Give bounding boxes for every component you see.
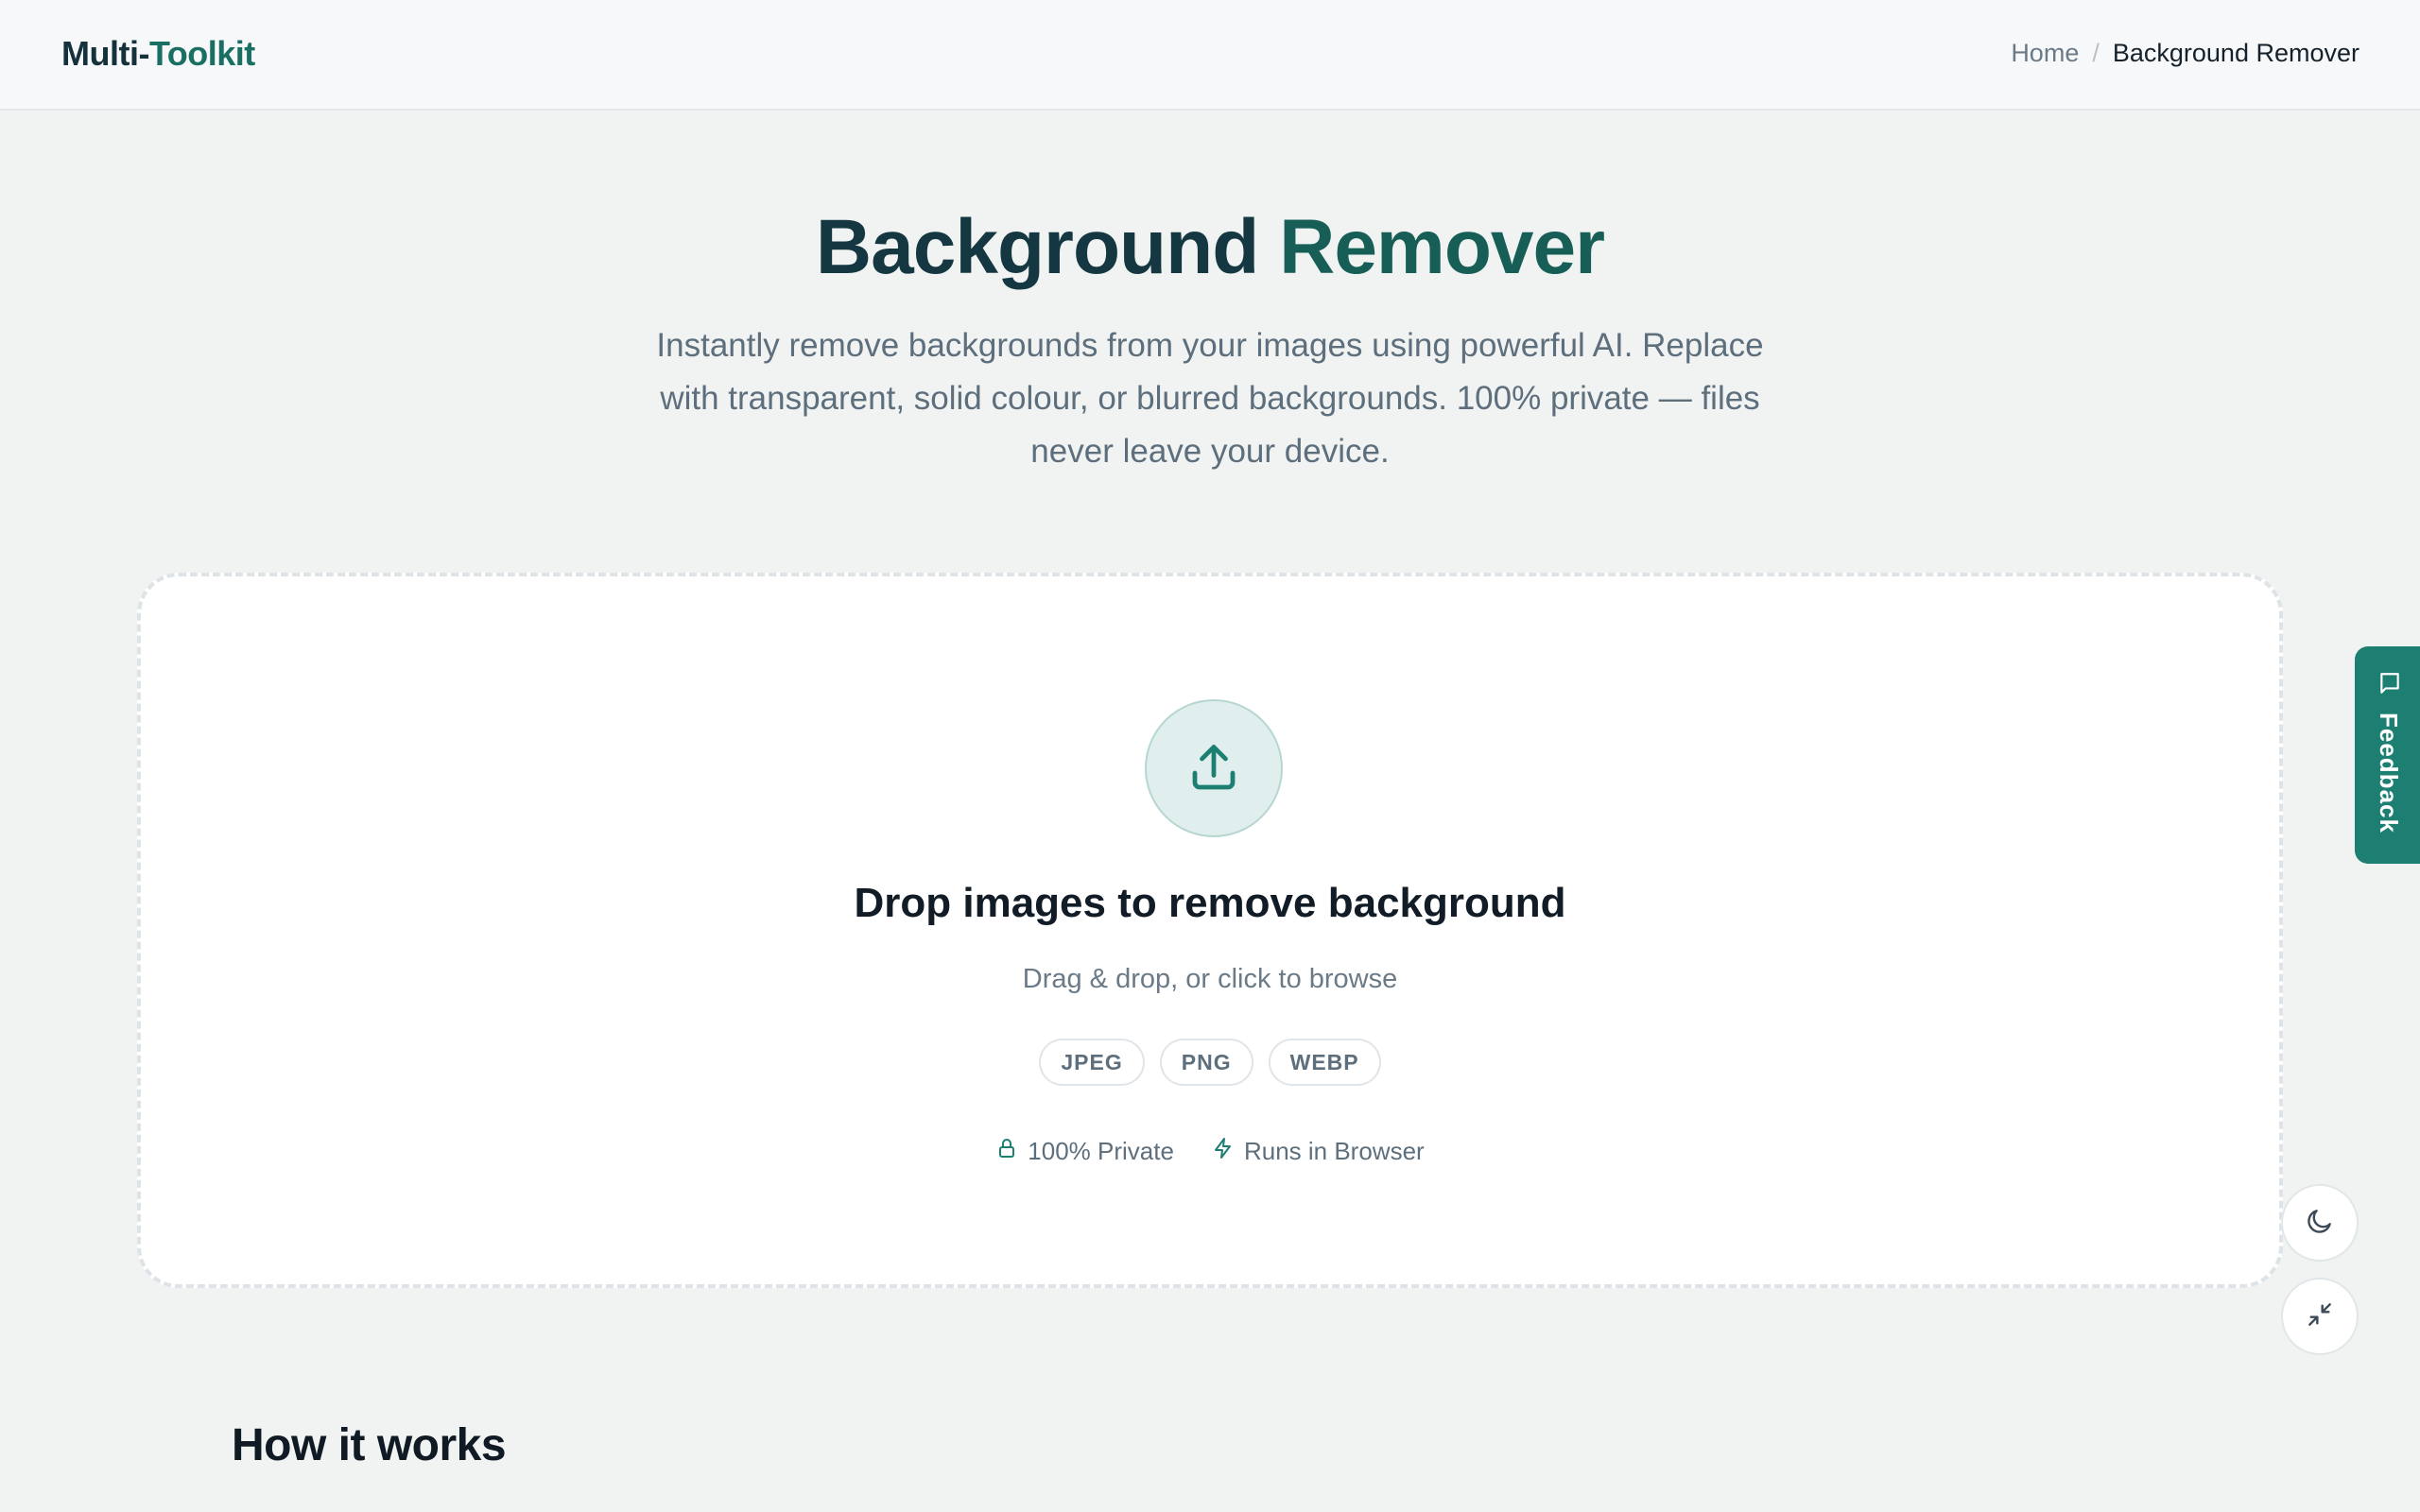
breadcrumb-current-page: Background Remover [2112,39,2360,67]
how-it-works-heading: How it works [232,1420,507,1470]
page-title-part1: Background [815,204,1259,290]
message-square-icon [2377,671,2402,700]
page-description: Instantly remove backgrounds from your i… [656,327,1764,470]
logo[interactable]: Multi-Toolkit [61,34,255,74]
page-title-part2: Remover [1279,204,1605,290]
feedback-tab[interactable]: Feedback [2355,646,2420,864]
breadcrumb-home-link[interactable]: Home [2011,36,2079,70]
badge-browser: Runs in Browser [1212,1134,1425,1168]
format-chip-jpeg: JPEG [1039,1039,1145,1086]
moon-icon [2305,1206,2335,1241]
supported-formats: JPEG PNG WEBP [141,1039,2279,1086]
lock-icon [995,1134,1018,1168]
feedback-label: Feedback [2375,713,2403,833]
format-chip-webp: WEBP [1268,1039,1381,1086]
minimize-button[interactable] [2281,1278,2359,1355]
page-title: Background Remover [0,200,2420,295]
theme-toggle-button[interactable] [2281,1184,2359,1262]
feature-badges: 100% Private Runs in Browser [141,1134,2279,1168]
badge-browser-label: Runs in Browser [1243,1137,1425,1165]
badge-private-label: 100% Private [1028,1137,1174,1165]
dropzone-title: Drop images to remove background [854,880,1566,926]
image-dropzone[interactable]: Drop images to remove background Drag & … [137,573,2283,1288]
badge-private: 100% Private [995,1134,1174,1168]
minimize-icon [2305,1299,2335,1334]
dropzone-subtitle: Drag & drop, or click to browse [1022,964,1398,994]
upload-icon [1145,699,1283,837]
breadcrumb: Home / Background Remover [2011,36,2360,70]
logo-text-part2: Toolkit [148,34,255,73]
logo-text-part1: Multi- [61,34,149,73]
breadcrumb-separator: / [2092,39,2100,67]
format-chip-png: PNG [1159,1039,1253,1086]
top-header: Multi-Toolkit Home / Background Remover [0,0,2420,111]
zap-icon [1212,1134,1235,1168]
